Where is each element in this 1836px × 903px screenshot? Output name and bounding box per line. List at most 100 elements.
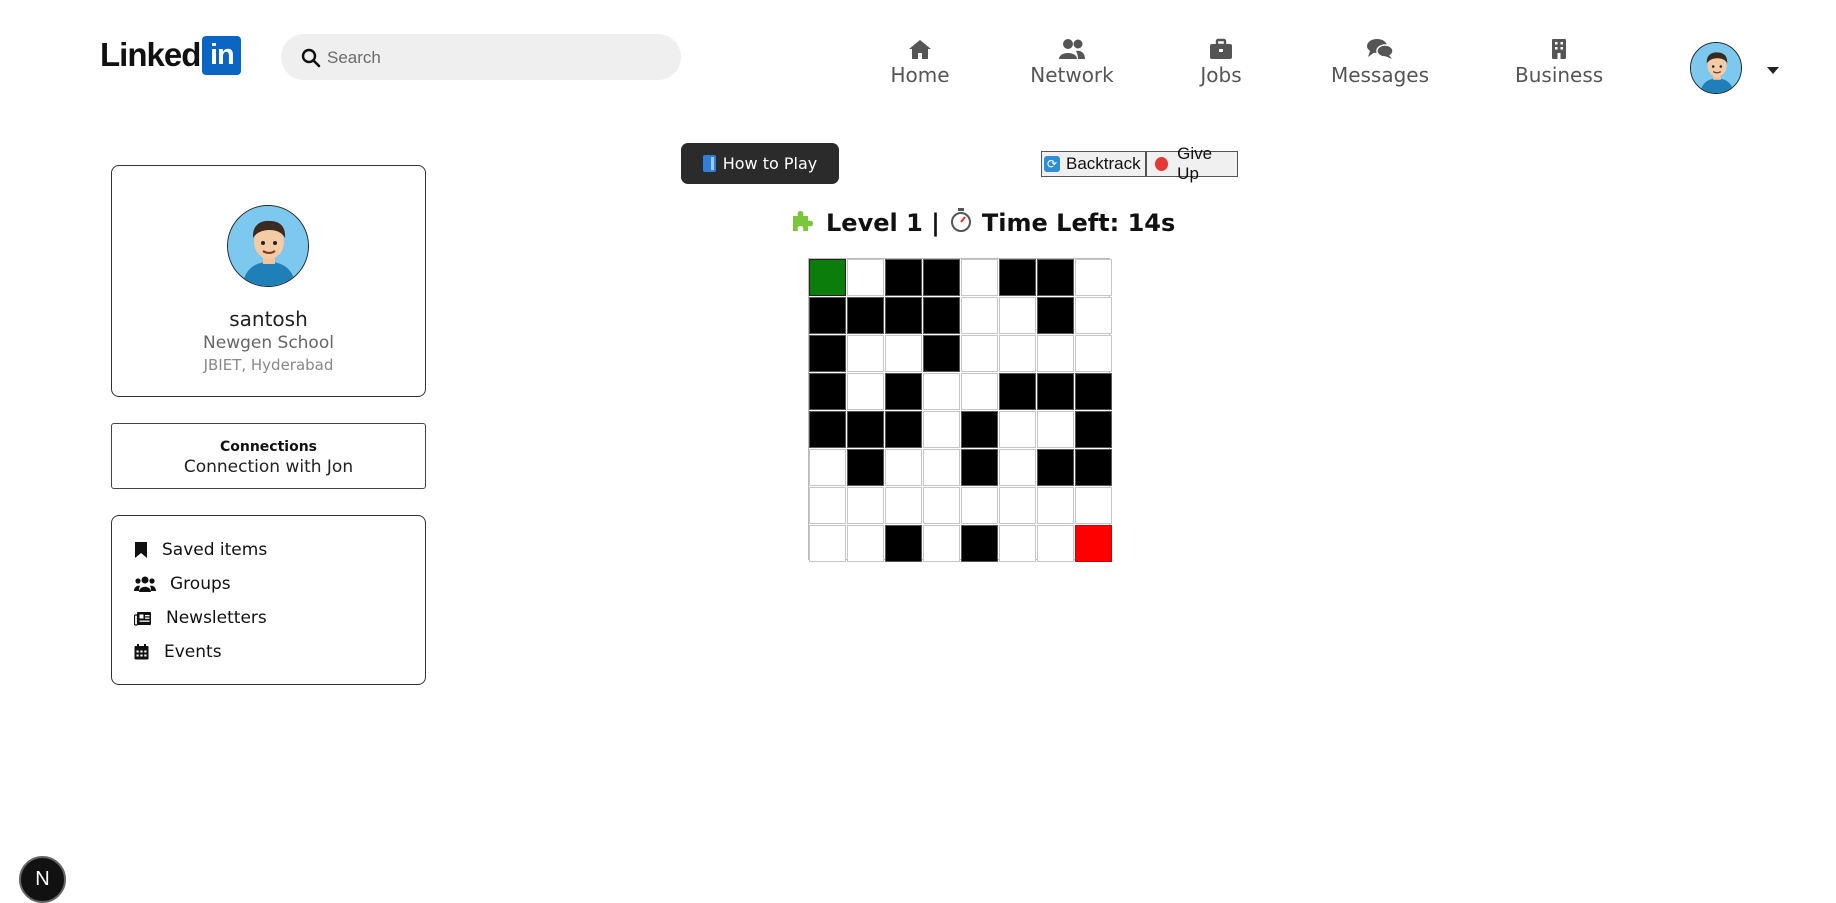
maze-cell-open[interactable] xyxy=(885,335,922,372)
maze-cell-wall[interactable] xyxy=(809,335,846,372)
maze-cell-open[interactable] xyxy=(1037,525,1074,562)
how-to-play-label: How to Play xyxy=(722,154,818,173)
maze-cell-wall[interactable] xyxy=(1075,449,1112,486)
avatar[interactable] xyxy=(1690,42,1742,94)
nav-messages[interactable]: Messages xyxy=(1330,38,1430,87)
give-up-label: Give Up xyxy=(1177,144,1213,183)
maze-cell-wall[interactable] xyxy=(961,411,998,448)
maze-cell-wall[interactable] xyxy=(961,525,998,562)
nav-business[interactable]: Business xyxy=(1515,38,1603,87)
logo-in-box: in xyxy=(202,35,242,75)
maze-cell-wall[interactable] xyxy=(1037,373,1074,410)
maze-cell-open[interactable] xyxy=(961,373,998,410)
maze-cell-open[interactable] xyxy=(1075,297,1112,334)
maze-cell-wall[interactable] xyxy=(1037,259,1074,296)
maze-cell-open[interactable] xyxy=(961,487,998,524)
profile-name[interactable]: santosh xyxy=(112,307,425,331)
maze-cell-open[interactable] xyxy=(809,449,846,486)
maze-cell-open[interactable] xyxy=(847,373,884,410)
maze-cell-open[interactable] xyxy=(1037,487,1074,524)
maze-cell-open[interactable] xyxy=(885,449,922,486)
maze-cell-open[interactable] xyxy=(809,487,846,524)
maze-cell-open[interactable] xyxy=(1037,411,1074,448)
sidebar-item-saved[interactable]: Saved items xyxy=(134,537,267,563)
maze-cell-wall[interactable] xyxy=(847,411,884,448)
maze-cell-open[interactable] xyxy=(847,335,884,372)
how-to-play-button[interactable]: How to Play xyxy=(681,143,839,184)
sidebar-item-label: Newsletters xyxy=(166,608,267,628)
refresh-icon: ⟳ xyxy=(1044,156,1060,172)
maze-cell-open[interactable] xyxy=(885,487,922,524)
nav-home[interactable]: Home xyxy=(882,38,958,87)
maze-cell-wall[interactable] xyxy=(885,297,922,334)
profile-avatar[interactable] xyxy=(227,205,309,287)
maze-cell-open[interactable] xyxy=(999,335,1036,372)
maze-cell-wall[interactable] xyxy=(1075,411,1112,448)
maze-cell-open[interactable] xyxy=(999,297,1036,334)
bookmark-icon xyxy=(134,541,162,559)
maze-cell-wall[interactable] xyxy=(809,373,846,410)
search-input[interactable] xyxy=(325,34,659,82)
maze-cell-open[interactable] xyxy=(961,297,998,334)
maze-cell-wall[interactable] xyxy=(1037,449,1074,486)
maze-cell-open[interactable] xyxy=(999,487,1036,524)
maze-cell-open[interactable] xyxy=(923,449,960,486)
building-icon xyxy=(1515,38,1603,62)
maze-cell-open[interactable] xyxy=(847,259,884,296)
maze-cell-wall[interactable] xyxy=(999,373,1036,410)
give-up-button[interactable]: Give Up xyxy=(1146,144,1238,183)
profile-college: JBIET, Hyderabad xyxy=(203,356,334,374)
maze-cell-wall[interactable] xyxy=(923,259,960,296)
nav-network[interactable]: Network xyxy=(1028,38,1116,87)
search-bar xyxy=(281,34,681,82)
sidebar-item-label: Events xyxy=(164,642,222,662)
maze-cell-open[interactable] xyxy=(847,525,884,562)
maze-cell-open[interactable] xyxy=(961,259,998,296)
maze-cell-open[interactable] xyxy=(999,449,1036,486)
maze-cell-open[interactable] xyxy=(999,411,1036,448)
maze-cell-wall[interactable] xyxy=(847,297,884,334)
connections-card[interactable]: Connections Connection with Jon xyxy=(111,423,426,489)
maze-cell-wall[interactable] xyxy=(1075,373,1112,410)
maze-cell-wall[interactable] xyxy=(1037,297,1074,334)
maze-cell-wall[interactable] xyxy=(847,449,884,486)
puzzle-icon xyxy=(790,207,816,239)
maze-cell-open[interactable] xyxy=(1075,335,1112,372)
nav-jobs[interactable]: Jobs xyxy=(1196,38,1246,87)
maze-cell-goal[interactable] xyxy=(1075,525,1112,562)
maze-cell-wall[interactable] xyxy=(809,297,846,334)
backtrack-button[interactable]: ⟳ Backtrack xyxy=(1041,151,1146,177)
profile-menu[interactable] xyxy=(1690,42,1780,94)
sidebar-item-newsletters[interactable]: Newsletters xyxy=(134,605,267,631)
maze-cell-open[interactable] xyxy=(923,373,960,410)
sidebar-item-groups[interactable]: Groups xyxy=(134,571,231,597)
maze-cell-wall[interactable] xyxy=(885,525,922,562)
maze-cell-open[interactable] xyxy=(961,335,998,372)
sidebar-item-events[interactable]: Events xyxy=(134,639,222,665)
maze-cell-open[interactable] xyxy=(999,525,1036,562)
maze-cell-wall[interactable] xyxy=(923,335,960,372)
maze-cell-open[interactable] xyxy=(1075,487,1112,524)
maze-cell-open[interactable] xyxy=(809,525,846,562)
connections-title: Connections xyxy=(219,439,318,455)
maze-cell-open[interactable] xyxy=(847,487,884,524)
maze-cell-wall[interactable] xyxy=(885,373,922,410)
maze-cell-open[interactable] xyxy=(923,411,960,448)
maze-cell-wall[interactable] xyxy=(885,259,922,296)
linkedin-logo[interactable]: Linked in xyxy=(100,35,242,75)
newspaper-icon xyxy=(134,611,166,626)
maze-cell-open[interactable] xyxy=(923,525,960,562)
maze-cell-open[interactable] xyxy=(1037,335,1074,372)
maze-cell-wall[interactable] xyxy=(885,411,922,448)
maze-cell-wall[interactable] xyxy=(923,297,960,334)
maze-cell-wall[interactable] xyxy=(809,411,846,448)
maze-cell-start[interactable] xyxy=(809,259,846,296)
people-icon xyxy=(1028,38,1116,62)
book-icon xyxy=(702,155,716,172)
maze-cell-open[interactable] xyxy=(923,487,960,524)
maze-cell-wall[interactable] xyxy=(999,259,1036,296)
maze-cell-open[interactable] xyxy=(1075,259,1112,296)
profile-school: Newgen School xyxy=(203,333,334,353)
maze-grid xyxy=(808,258,1112,562)
maze-cell-wall[interactable] xyxy=(961,449,998,486)
